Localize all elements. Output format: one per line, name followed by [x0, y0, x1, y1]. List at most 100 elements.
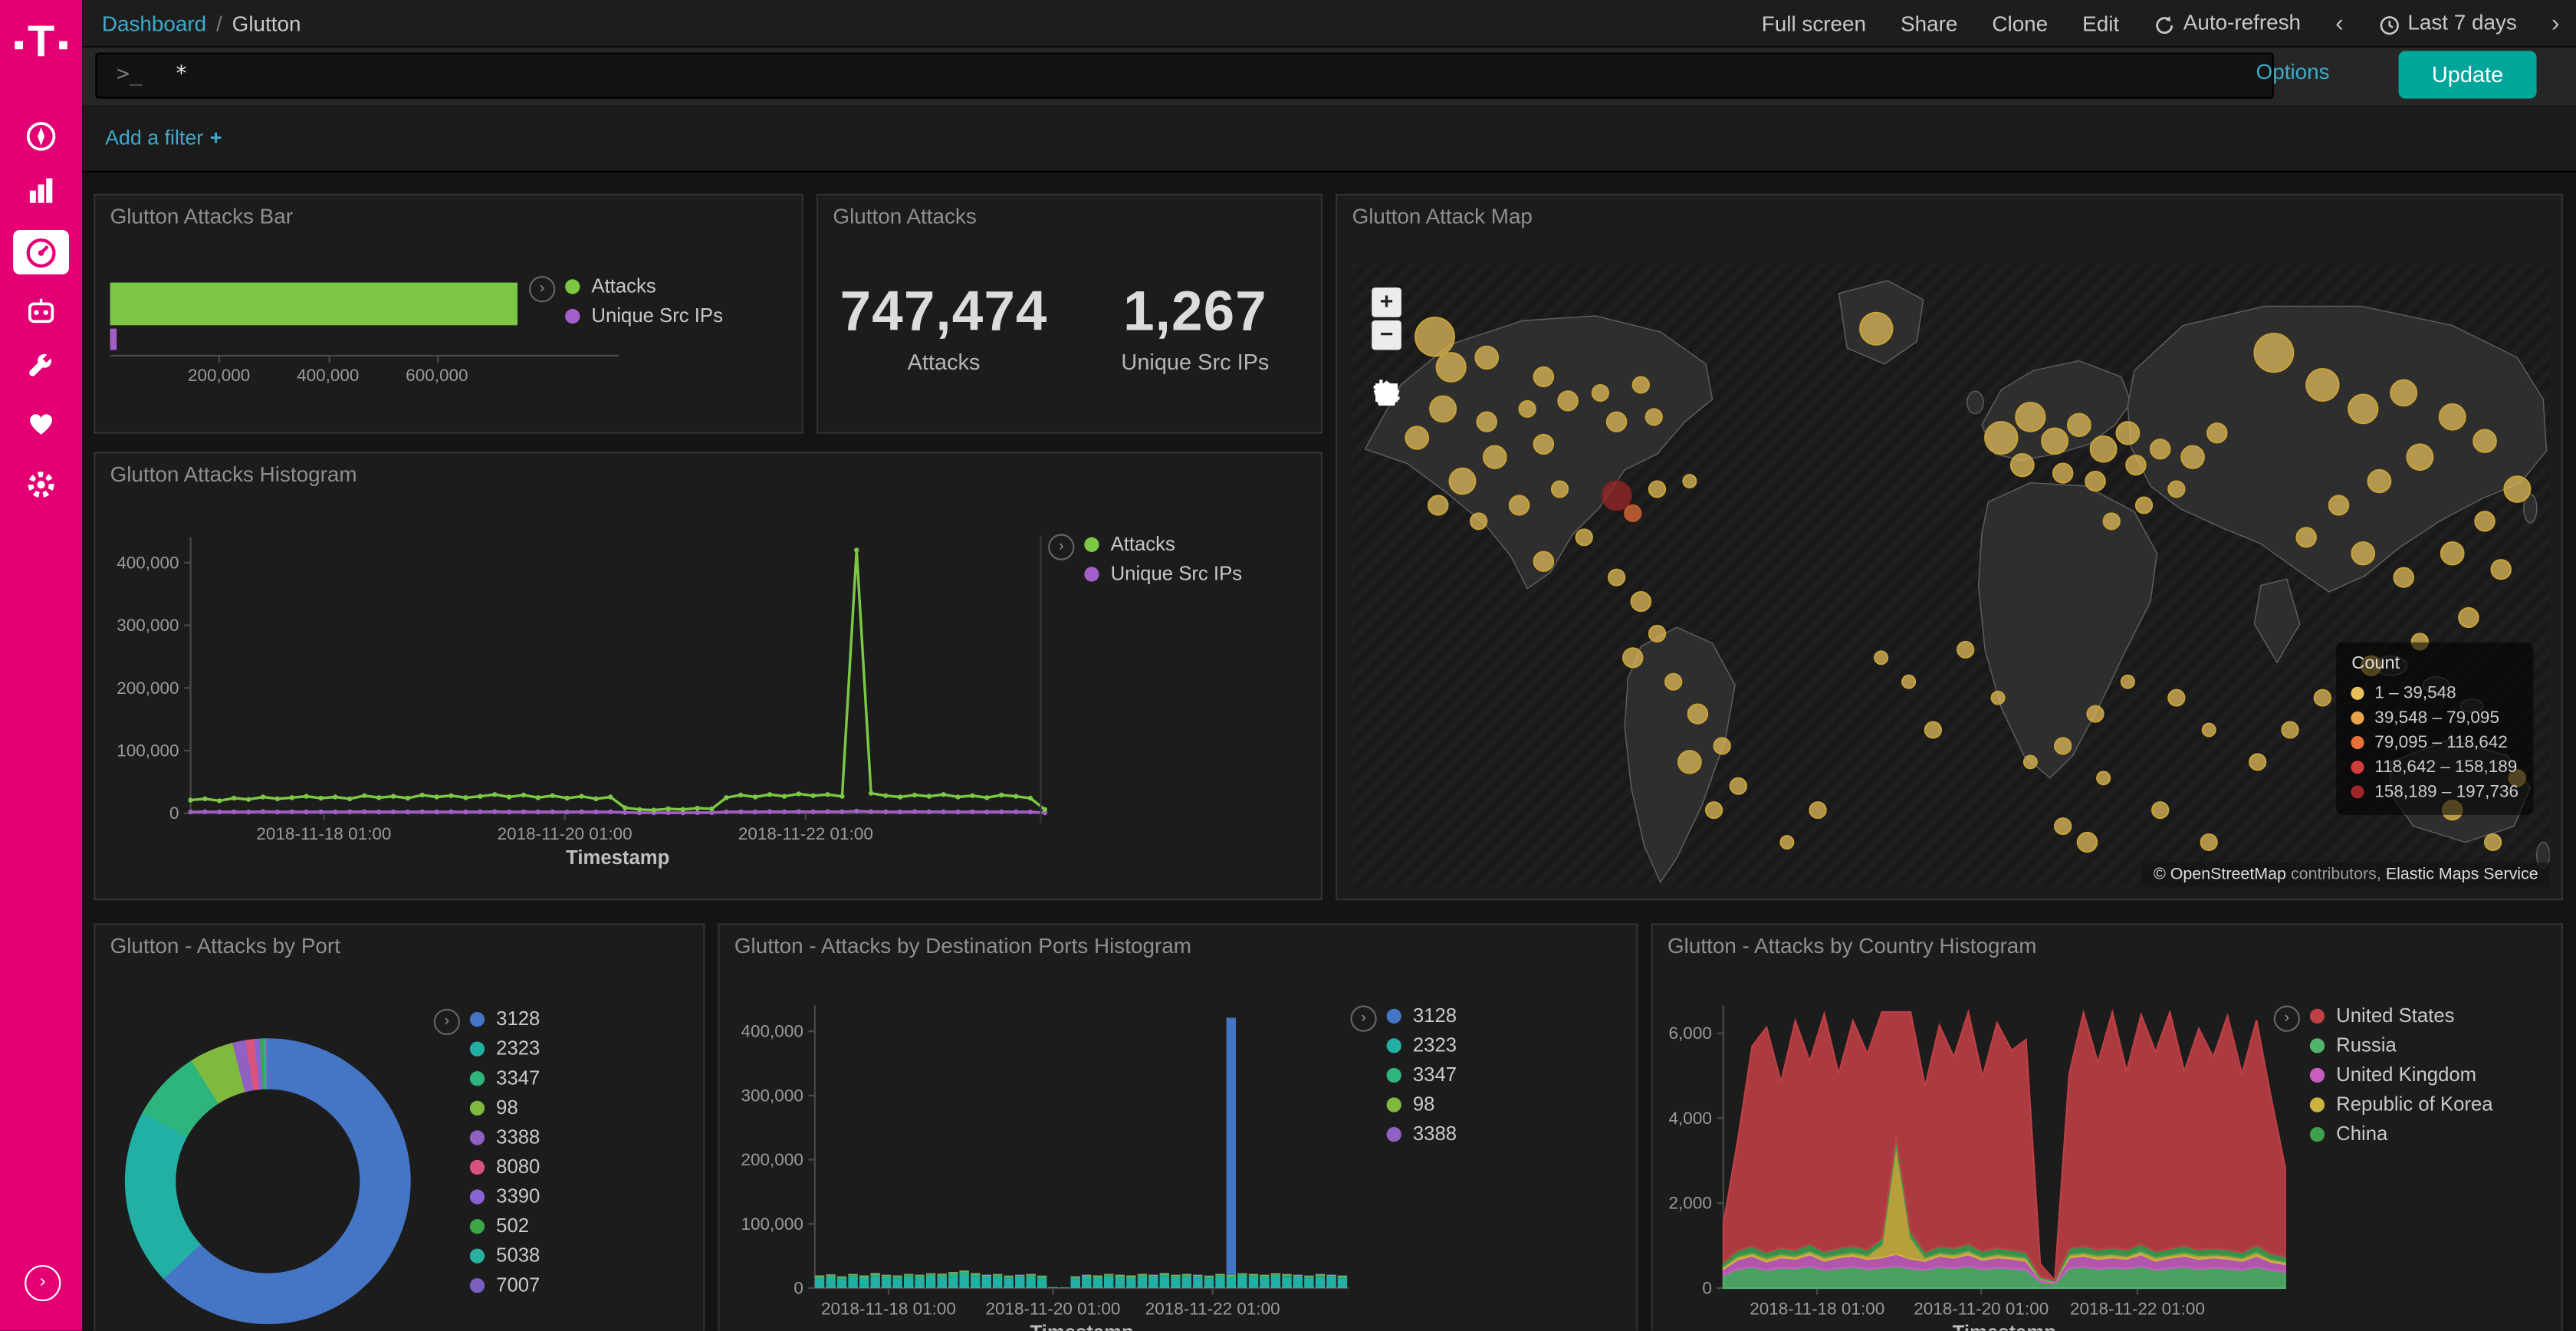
map-bubble[interactable]	[2042, 429, 2068, 454]
legend-item[interactable]: Attacks	[1084, 529, 1242, 559]
data-point[interactable]	[318, 796, 323, 800]
stacked-bar-segment[interactable]	[1193, 1278, 1202, 1289]
legend-item[interactable]: Republic of Korea	[2310, 1089, 2493, 1119]
stacked-bar-segment[interactable]	[826, 1278, 835, 1289]
map-bubble[interactable]	[2390, 380, 2417, 406]
data-point[interactable]	[463, 810, 468, 814]
update-button[interactable]: Update	[2399, 51, 2537, 98]
data-point[interactable]	[521, 810, 526, 814]
stacked-bar-segment[interactable]	[859, 1276, 869, 1277]
stacked-bar-segment[interactable]	[871, 1277, 880, 1288]
stacked-bar-segment[interactable]	[948, 1272, 958, 1273]
map-bubble[interactable]	[1405, 426, 1428, 449]
map-bubble[interactable]	[1607, 412, 1626, 432]
stacked-bar-segment[interactable]	[1082, 1278, 1091, 1289]
map-bubble[interactable]	[1484, 446, 1506, 468]
map-bubble[interactable]	[1902, 675, 1915, 689]
time-prev-button[interactable]: ‹	[2335, 9, 2344, 37]
data-point[interactable]	[232, 810, 236, 814]
stacked-bar-segment[interactable]	[892, 1278, 902, 1288]
map-bubble[interactable]	[2126, 455, 2145, 475]
map-bubble[interactable]	[2473, 430, 2496, 452]
stacked-bar-segment[interactable]	[1060, 1287, 1069, 1288]
stacked-bar-segment[interactable]	[1282, 1274, 1291, 1275]
stacked-bar-segment[interactable]	[882, 1276, 891, 1277]
data-point[interactable]	[449, 794, 453, 798]
data-point[interactable]	[217, 810, 222, 814]
map-bubble[interactable]	[1450, 468, 1476, 494]
data-point[interactable]	[536, 810, 540, 814]
data-point[interactable]	[261, 794, 265, 799]
map-bubble[interactable]	[1437, 353, 1466, 382]
legend-item[interactable]: 3347	[1387, 1060, 1457, 1089]
map-bubble[interactable]	[2459, 608, 2478, 627]
stacked-bar-segment[interactable]	[1126, 1278, 1135, 1288]
legend-toggle-icon[interactable]: ›	[434, 1009, 460, 1035]
map-bubble[interactable]	[2136, 498, 2152, 514]
bar-unique-src-ips[interactable]	[110, 329, 117, 350]
data-point[interactable]	[565, 796, 570, 800]
data-point[interactable]	[955, 794, 960, 799]
stacked-bar-segment[interactable]	[993, 1275, 1002, 1277]
attack-map[interactable]: + − Count 1 – 39,54839,548 – 79,09579,09…	[1352, 265, 2550, 887]
stacked-bar-segment[interactable]	[1093, 1278, 1102, 1288]
data-point[interactable]	[665, 807, 670, 811]
map-bubble[interactable]	[1730, 778, 1746, 794]
search-query-input[interactable]: >_ *	[95, 53, 2273, 99]
data-point[interactable]	[1028, 796, 1033, 800]
map-bubble[interactable]	[2097, 771, 2110, 784]
data-point[interactable]	[955, 810, 960, 814]
stacked-bar-segment[interactable]	[1204, 1277, 1214, 1278]
stacked-bar-segment[interactable]	[926, 1274, 935, 1277]
data-point[interactable]	[652, 807, 656, 812]
data-point[interactable]	[290, 795, 294, 800]
data-point[interactable]	[1043, 807, 1047, 812]
stacked-bar-segment[interactable]	[815, 1278, 824, 1288]
map-bubble[interactable]	[2150, 439, 2170, 458]
data-point[interactable]	[376, 795, 381, 800]
stacked-bar-segment[interactable]	[1015, 1275, 1024, 1276]
data-point[interactable]	[565, 810, 570, 814]
map-bubble[interactable]	[2117, 422, 2140, 444]
data-point[interactable]	[840, 794, 844, 798]
stacked-bar-segment[interactable]	[959, 1271, 968, 1273]
map-bubble[interactable]	[2168, 481, 2184, 498]
map-bubble[interactable]	[1475, 347, 1498, 369]
data-point[interactable]	[869, 809, 873, 813]
stacked-bar-segment[interactable]	[1138, 1274, 1147, 1275]
map-bubble[interactable]	[1649, 481, 1665, 498]
stacked-bar-segment[interactable]	[848, 1277, 857, 1288]
stacked-bar-segment[interactable]	[1004, 1278, 1013, 1288]
data-point[interactable]	[290, 810, 294, 814]
map-bubble[interactable]	[2329, 495, 2348, 514]
legend-toggle-icon[interactable]: ›	[2274, 1005, 2300, 1031]
map-bubble[interactable]	[2121, 675, 2134, 689]
stacked-bar-segment[interactable]	[993, 1277, 1002, 1288]
stacked-bar-segment[interactable]	[1082, 1275, 1091, 1276]
data-point[interactable]	[550, 794, 554, 798]
map-bubble[interactable]	[2011, 454, 2034, 476]
data-point[interactable]	[275, 810, 280, 814]
map-bubble[interactable]	[1558, 391, 1577, 410]
legend-item[interactable]: 3128	[470, 1004, 540, 1034]
map-bubble[interactable]	[1683, 475, 1696, 488]
sidebar-collapse-button[interactable]: ›	[25, 1265, 61, 1301]
data-point[interactable]	[478, 810, 482, 814]
map-bubble[interactable]	[2085, 472, 2104, 491]
data-point[interactable]	[492, 792, 497, 797]
data-point[interactable]	[767, 792, 772, 797]
data-point[interactable]	[970, 794, 974, 798]
data-point[interactable]	[753, 794, 757, 799]
data-point[interactable]	[782, 794, 787, 798]
stacked-bar-segment[interactable]	[1071, 1279, 1080, 1288]
stacked-bar-segment[interactable]	[859, 1278, 869, 1288]
data-point[interactable]	[811, 810, 816, 814]
map-bubble[interactable]	[2168, 690, 2184, 706]
data-point[interactable]	[724, 810, 728, 814]
map-bubble[interactable]	[2441, 542, 2464, 564]
stacked-bar-segment[interactable]	[971, 1277, 980, 1288]
stacked-bar-segment[interactable]	[837, 1277, 846, 1279]
map-bubble[interactable]	[2078, 833, 2097, 852]
stacked-bar-segment[interactable]	[926, 1277, 935, 1288]
map-bubble[interactable]	[1688, 705, 1707, 724]
